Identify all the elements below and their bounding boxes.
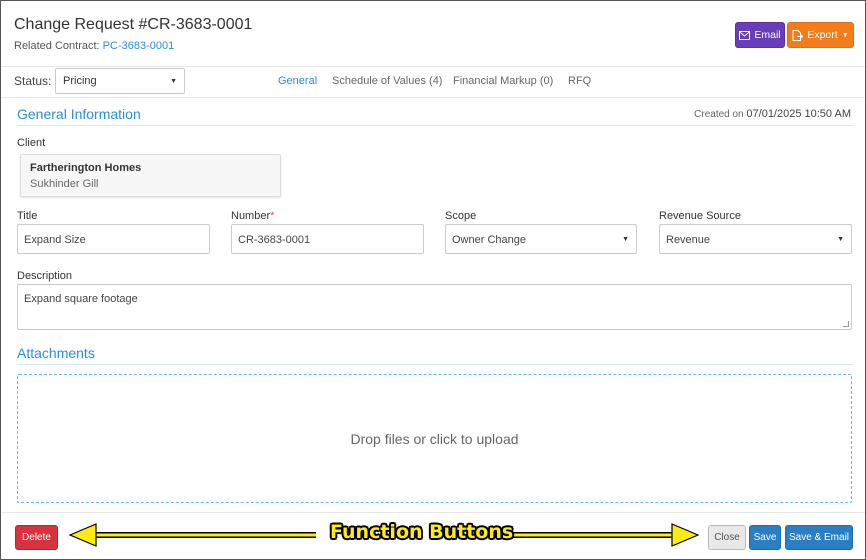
annotation-label: Function Buttons xyxy=(330,521,514,543)
right-arrow-icon xyxy=(512,523,700,547)
left-arrow-icon xyxy=(68,523,316,547)
annotation-arrows xyxy=(68,523,700,547)
